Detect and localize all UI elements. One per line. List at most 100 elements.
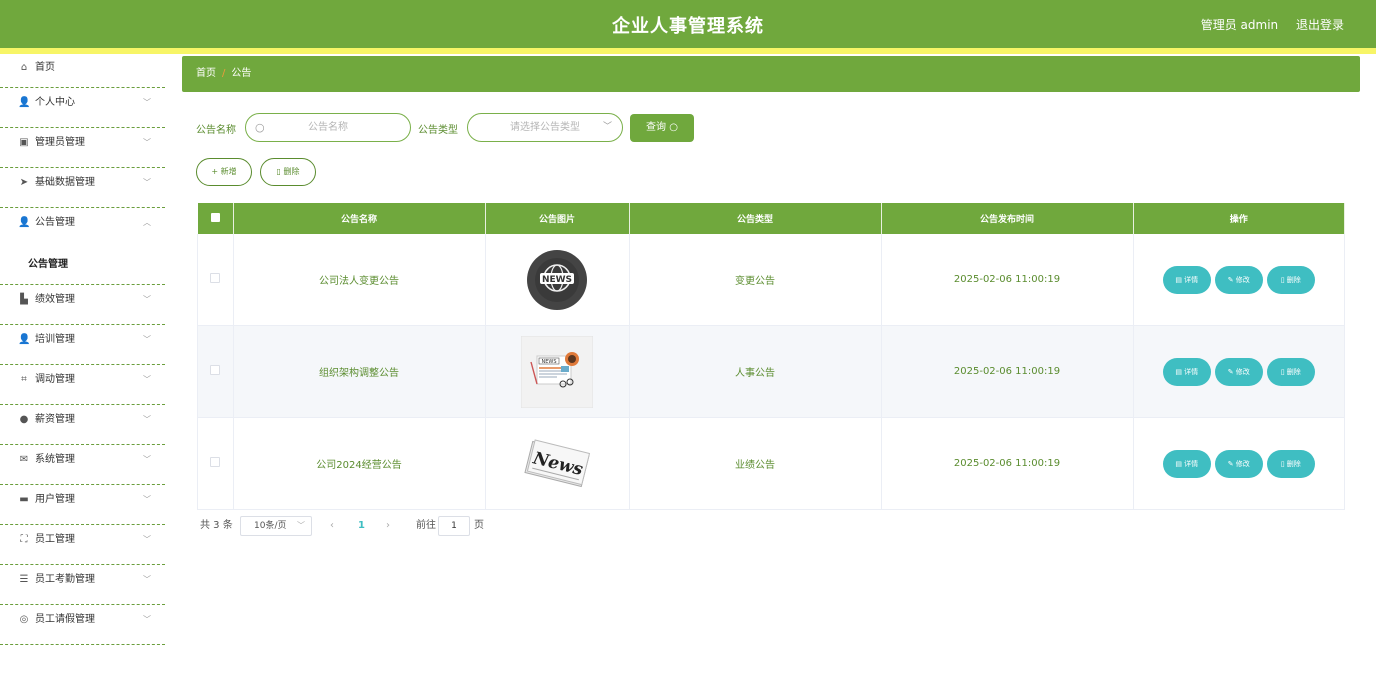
chevron-down-icon: ﹀	[297, 521, 305, 530]
sidebar-item-label: 管理员管理	[35, 137, 85, 148]
sidebar-item-attendance[interactable]: ☰ 员工考勤管理 ﹀	[0, 565, 165, 605]
sidebar-item-home[interactable]: ⌂ 首页	[0, 54, 165, 88]
notice-name-input[interactable]: ○ 公告名称	[245, 113, 411, 142]
sidebar-item-label: 员工考勤管理	[35, 574, 95, 585]
news-globe-image: NEWS	[527, 249, 587, 310]
goto-label: 前往	[416, 520, 436, 531]
detail-label: 详情	[1184, 459, 1199, 468]
operations-cell: ▤ 详情 ✎ 修改 ▯ 删除	[1133, 325, 1345, 418]
row-checkbox[interactable]	[210, 273, 221, 283]
sidebar-item-label: 个人中心	[35, 97, 75, 108]
detail-button[interactable]: ▤ 详情	[1162, 449, 1211, 478]
sidebar-item-transfer[interactable]: ⌗ 调动管理 ﹀	[0, 365, 165, 405]
operations-cell: ▤ 详情 ✎ 修改 ▯ 删除	[1133, 234, 1345, 326]
sidebar-item-system[interactable]: ✉ 系统管理 ﹀	[0, 445, 165, 485]
chevron-down-icon: ﹀	[143, 335, 151, 344]
trash-icon: ▯	[1280, 275, 1285, 284]
edit-icon: ✎	[1227, 275, 1234, 284]
detail-icon: ▤	[1175, 275, 1182, 284]
query-button[interactable]: 查询 ○	[630, 114, 694, 142]
table-header-row: 公告名称 公告图片 公告类型 公告发布时间 操作	[197, 203, 1345, 234]
globe-icon: ◎	[19, 614, 29, 625]
page-size-select[interactable]: 10条/页 ﹀	[240, 516, 312, 536]
detail-label: 详情	[1184, 367, 1199, 376]
sidebar-item-label: 基础数据管理	[35, 177, 95, 188]
sidebar-item-salary[interactable]: ● 薪资管理 ﹀	[0, 405, 165, 445]
query-label: 查询	[646, 122, 667, 133]
column-header: 公告图片	[485, 203, 630, 234]
delete-button[interactable]: ▯ 删除	[1266, 265, 1315, 294]
user-group-icon: 👤	[18, 217, 31, 228]
detail-button[interactable]: ▤ 详情	[1162, 265, 1211, 294]
row-select-cell[interactable]	[197, 234, 234, 326]
sidebar-item-label: 首页	[35, 62, 55, 73]
notice-time-cell: 2025-02-06 11:00:19	[881, 234, 1134, 326]
edit-button[interactable]: ✎ 修改	[1214, 357, 1263, 386]
notice-image-cell: NEWS	[485, 325, 630, 418]
sliders-icon: ☰	[19, 574, 29, 585]
chevron-up-icon: ︿	[143, 218, 151, 227]
mail-icon: ✉	[19, 454, 29, 465]
row-checkbox[interactable]	[210, 365, 221, 375]
detail-label: 详情	[1184, 275, 1199, 284]
sidebar-item-users[interactable]: ▬ 用户管理 ﹀	[0, 485, 165, 525]
delete-button[interactable]: ▯ 删除	[1266, 357, 1315, 386]
goto-page-input[interactable]: 1	[438, 516, 470, 536]
page-size-value: 10条/页	[254, 521, 287, 531]
ticket-icon: ▬	[19, 494, 29, 505]
add-button[interactable]: + 新增	[196, 158, 252, 186]
sidebar-item-training[interactable]: 👤 培训管理 ﹀	[0, 325, 165, 365]
chevron-down-icon: ﹀	[143, 375, 151, 384]
notice-type-select[interactable]: 请选择公告类型 ﹀	[467, 113, 623, 142]
operations-cell: ▤ 详情 ✎ 修改 ▯ 删除	[1133, 417, 1345, 510]
chevron-down-icon: ﹀	[143, 295, 151, 304]
bulk-delete-button[interactable]: ▯ 删除	[260, 158, 316, 186]
chevron-down-icon: ﹀	[143, 138, 151, 147]
notice-time-cell: 2025-02-06 11:00:19	[881, 325, 1134, 418]
edit-button[interactable]: ✎ 修改	[1214, 265, 1263, 294]
notice-table: 公告名称 公告图片 公告类型 公告发布时间 操作 公司法人变更公告 NEWS 变…	[197, 203, 1345, 510]
trash-icon: ▯	[1280, 459, 1285, 468]
search-icon: ○	[669, 122, 678, 133]
select-all-checkbox[interactable]	[210, 212, 220, 222]
chevron-down-icon: ﹀	[143, 535, 151, 544]
sidebar-item-label: 培训管理	[35, 334, 75, 345]
edit-button[interactable]: ✎ 修改	[1214, 449, 1263, 478]
sidebar-item-base-data[interactable]: ➤ 基础数据管理 ﹀	[0, 168, 165, 208]
delete-label: 删除	[1286, 367, 1301, 376]
current-page[interactable]: 1	[358, 516, 365, 536]
breadcrumb-home[interactable]: 首页	[196, 68, 216, 79]
page-suffix: 页	[474, 520, 484, 531]
table-row: 组织架构调整公告 NEWS 人事公告 2025-02-06 11:00:19 ▤…	[197, 325, 1345, 418]
row-checkbox[interactable]	[210, 457, 221, 467]
detail-button[interactable]: ▤ 详情	[1162, 357, 1211, 386]
row-select-cell[interactable]	[197, 417, 234, 510]
total-count: 共 3 条	[200, 520, 233, 531]
sidebar-subitem-notice-manage[interactable]: 公告管理	[0, 248, 165, 285]
sidebar-item-admin[interactable]: ▣ 管理员管理 ﹀	[0, 128, 165, 168]
sidebar-item-leave[interactable]: ◎ 员工请假管理 ﹀	[0, 605, 165, 645]
sidebar-item-label: 绩效管理	[35, 294, 75, 305]
sidebar-item-employees[interactable]: ⛶ 员工管理 ﹀	[0, 525, 165, 565]
clipboard-icon: ▣	[19, 137, 29, 148]
sidebar-item-profile[interactable]: 👤 个人中心 ﹀	[0, 88, 165, 128]
send-icon: ➤	[19, 177, 29, 188]
column-header: 公告名称	[233, 203, 486, 234]
news-paper-stack-image: News	[524, 438, 591, 487]
logout-link[interactable]: 退出登录	[1296, 18, 1344, 32]
user-label: 管理员 admin	[1200, 18, 1279, 32]
row-select-cell[interactable]	[197, 325, 234, 418]
column-header: 公告发布时间	[881, 203, 1134, 234]
table-row: 公司2024经营公告 News 业绩公告 2025-02-06 11:00:19…	[197, 417, 1345, 510]
sidebar-item-notice[interactable]: 👤 公告管理 ︿	[0, 208, 165, 248]
next-page-icon[interactable]: ›	[386, 516, 390, 536]
delete-button[interactable]: ▯ 删除	[1266, 449, 1315, 478]
trash-icon: ▯	[276, 167, 281, 176]
chevron-down-icon: ﹀	[143, 495, 151, 504]
delete-label: 删除	[1286, 275, 1301, 284]
sidebar-item-performance[interactable]: ▙ 绩效管理 ﹀	[0, 285, 165, 325]
user-area: 管理员 admin 退出登录	[1187, 16, 1344, 33]
select-all-cell[interactable]	[197, 203, 234, 234]
chevron-down-icon: ﹀	[143, 615, 151, 624]
prev-page-icon[interactable]: ‹	[330, 516, 334, 536]
